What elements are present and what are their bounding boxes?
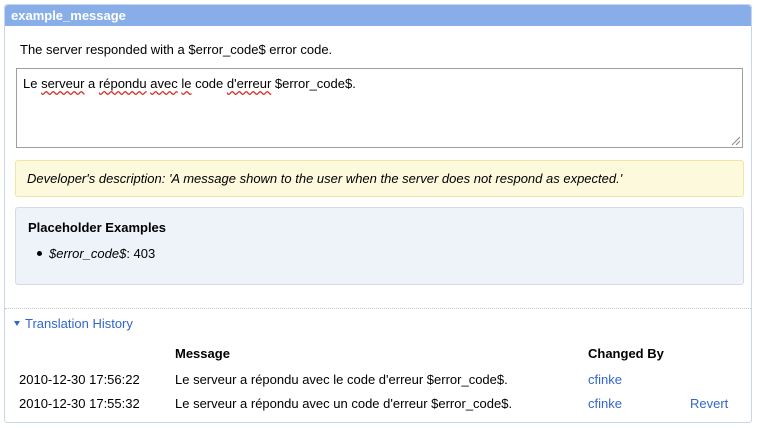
placeholder-example-item: $error_code$: 403 [37,246,156,261]
misspelled-word: répondu [98,76,147,91]
translation-textarea[interactable]: Le serveur a répondu avec le code d'erre… [16,68,743,148]
placeholder-examples-box: Placeholder Examples $error_code$: 403 [15,207,744,285]
misspelled-word: avec [150,76,178,91]
text-segment: a [84,76,99,91]
resize-handle-icon[interactable] [730,135,740,145]
placeholder-value: : 403 [126,246,156,261]
message-key-title: example_message [5,5,751,26]
translation-text: Le serveur a répondu avec le code d'erre… [23,76,356,91]
history-user-link[interactable]: cfinke [588,396,622,411]
message-panel: example_message The server responded wit… [4,4,752,423]
misspelled-word: d'erreur [226,76,272,91]
revert-link[interactable]: Revert [690,396,728,411]
text-segment: $error_code$. [271,76,356,91]
translation-history-toggle[interactable]: Translation History [14,316,133,331]
history-header-message: Message [175,346,230,361]
divider [5,308,751,309]
placeholder-name: $error_code$ [49,246,127,261]
bullet-icon [37,251,42,256]
triangle-down-icon [14,321,20,327]
developer-description: Developer's description: 'A message show… [15,160,744,197]
misspelled-word: serveur [41,76,85,91]
history-timestamp: 2010-12-30 17:55:32 [19,396,140,411]
history-message: Le serveur a répondu avec le code d'erre… [175,372,508,387]
history-header-changed-by: Changed By [588,346,664,361]
history-message: Le serveur a répondu avec un code d'erre… [175,396,513,411]
source-text: The server responded with a $error_code$… [20,42,333,57]
placeholder-examples-heading: Placeholder Examples [28,220,167,235]
text-segment: code [191,76,227,91]
translation-history-label: Translation History [25,316,133,331]
misspelled-word: le [181,76,192,91]
history-user-link[interactable]: cfinke [588,372,622,387]
history-timestamp: 2010-12-30 17:56:22 [19,372,140,387]
text-segment: Le [23,76,42,91]
